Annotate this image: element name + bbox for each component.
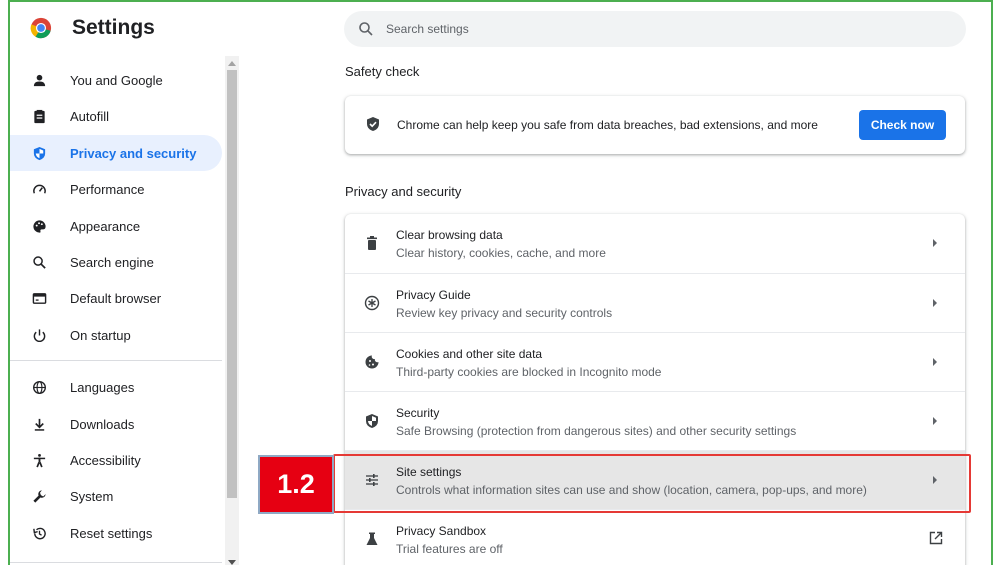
- speedometer-icon: [30, 180, 48, 198]
- row-subtitle: Third-party cookies are blocked in Incog…: [396, 365, 662, 379]
- sidebar-item-label: Languages: [70, 379, 135, 395]
- sidebar-item-search-engine[interactable]: Search engine: [10, 244, 222, 280]
- sidebar-item-label: Privacy and security: [70, 145, 197, 161]
- row-title: Site settings: [396, 465, 462, 479]
- browser-icon: [30, 289, 48, 307]
- search-box[interactable]: [344, 11, 966, 47]
- sidebar-divider: [10, 360, 222, 361]
- row-cookies[interactable]: Cookies and other site data Third-party …: [345, 332, 965, 391]
- sidebar-item-label: Autofill: [70, 108, 110, 124]
- flask-icon: [363, 530, 381, 548]
- privacy-guide-icon: [363, 294, 381, 312]
- sidebar-item-accessibility[interactable]: Accessibility: [10, 442, 222, 478]
- safety-check-text: Chrome can help keep you safe from data …: [397, 118, 818, 132]
- row-site-settings[interactable]: Site settings Controls what information …: [345, 450, 965, 509]
- settings-window: Settings You and Google Autofill: [8, 0, 993, 565]
- accessibility-icon: [30, 451, 48, 469]
- main-content: Safety check Chrome can help keep you sa…: [239, 56, 991, 565]
- sidebar-item-languages[interactable]: Languages: [10, 369, 222, 405]
- sidebar-item-label: On startup: [70, 327, 131, 343]
- chevron-right-icon: [933, 299, 937, 307]
- sidebar-item-system[interactable]: System: [10, 478, 222, 514]
- row-title: Security: [396, 406, 440, 420]
- check-now-button[interactable]: Check now: [859, 110, 946, 140]
- row-subtitle: Review key privacy and security controls: [396, 306, 613, 320]
- step-badge: 1.2: [258, 455, 334, 514]
- sidebar-item-reset-settings[interactable]: Reset settings: [10, 515, 222, 551]
- privacy-card: Clear browsing data Clear history, cooki…: [345, 214, 965, 565]
- sidebar-item-appearance[interactable]: Appearance: [10, 208, 222, 244]
- safety-check-card: Chrome can help keep you safe from data …: [345, 96, 965, 154]
- chevron-right-icon: [933, 417, 937, 425]
- row-privacy-guide[interactable]: Privacy Guide Review key privacy and sec…: [345, 273, 965, 332]
- sidebar-item-label: Default browser: [70, 290, 162, 306]
- row-subtitle: Safe Browsing (protection from dangerous…: [396, 424, 797, 438]
- sidebar-item-label: System: [70, 488, 114, 504]
- row-title: Privacy Sandbox: [396, 524, 487, 538]
- sidebar-item-downloads[interactable]: Downloads: [10, 406, 222, 442]
- sidebar-item-label: Search engine: [70, 254, 154, 270]
- shield-icon: [30, 144, 48, 162]
- search-input[interactable]: [386, 22, 946, 36]
- header: Settings: [10, 2, 991, 56]
- wrench-icon: [30, 487, 48, 505]
- sidebar-item-label: Appearance: [70, 218, 141, 234]
- search-icon: [30, 253, 48, 271]
- row-clear-browsing-data[interactable]: Clear browsing data Clear history, cooki…: [345, 214, 965, 273]
- row-title: Privacy Guide: [396, 288, 471, 302]
- sliders-icon: [363, 471, 381, 489]
- chevron-right-icon: [933, 239, 937, 247]
- row-security[interactable]: Security Safe Browsing (protection from …: [345, 391, 965, 450]
- clipboard-icon: [30, 107, 48, 125]
- sidebar-item-autofill[interactable]: Autofill: [10, 98, 222, 134]
- palette-icon: [30, 217, 48, 235]
- sidebar-item-privacy-and-security[interactable]: Privacy and security: [10, 135, 222, 171]
- row-subtitle: Controls what information sites can use …: [396, 483, 867, 497]
- sidebar-item-label: Downloads: [70, 416, 135, 432]
- safety-shield-icon: [367, 117, 379, 131]
- chevron-right-icon: [933, 476, 937, 484]
- sidebar-item-label: You and Google: [70, 72, 163, 88]
- sidebar-item-default-browser[interactable]: Default browser: [10, 280, 222, 316]
- row-title: Cookies and other site data: [396, 347, 543, 361]
- sidebar: You and Google Autofill Privacy and secu…: [10, 56, 224, 565]
- sidebar-scrollbar[interactable]: [225, 56, 239, 565]
- sidebar-item-on-startup[interactable]: On startup: [10, 317, 222, 353]
- page-title: Settings: [72, 16, 155, 39]
- sidebar-item-you-and-google[interactable]: You and Google: [10, 62, 222, 98]
- row-subtitle: Clear history, cookies, cache, and more: [396, 246, 606, 260]
- search-icon: [359, 22, 373, 36]
- scroll-thumb[interactable]: [227, 70, 237, 498]
- sidebar-item-performance[interactable]: Performance: [10, 171, 222, 207]
- sidebar-item-label: Accessibility: [70, 452, 141, 468]
- person-icon: [30, 71, 48, 89]
- scroll-down-arrow-icon[interactable]: [228, 560, 236, 565]
- privacy-section-heading: Privacy and security: [345, 184, 462, 199]
- security-shield-icon: [363, 412, 381, 430]
- row-title: Clear browsing data: [396, 228, 503, 242]
- chrome-logo-icon: [30, 17, 52, 39]
- sidebar-divider: [10, 562, 222, 563]
- download-icon: [30, 415, 48, 433]
- globe-icon: [30, 378, 48, 396]
- history-icon: [30, 524, 48, 542]
- power-icon: [30, 326, 48, 344]
- sidebar-item-label: Reset settings: [70, 525, 153, 541]
- row-subtitle: Trial features are off: [396, 542, 503, 556]
- sidebar-item-label: Performance: [70, 181, 145, 197]
- scroll-up-arrow-icon[interactable]: [228, 61, 236, 66]
- cookie-icon: [363, 353, 381, 371]
- safety-check-heading: Safety check: [345, 64, 420, 79]
- chevron-right-icon: [933, 358, 937, 366]
- row-privacy-sandbox[interactable]: Privacy Sandbox Trial features are off: [345, 509, 965, 565]
- external-link-icon[interactable]: [929, 531, 943, 545]
- trash-icon: [363, 234, 381, 252]
